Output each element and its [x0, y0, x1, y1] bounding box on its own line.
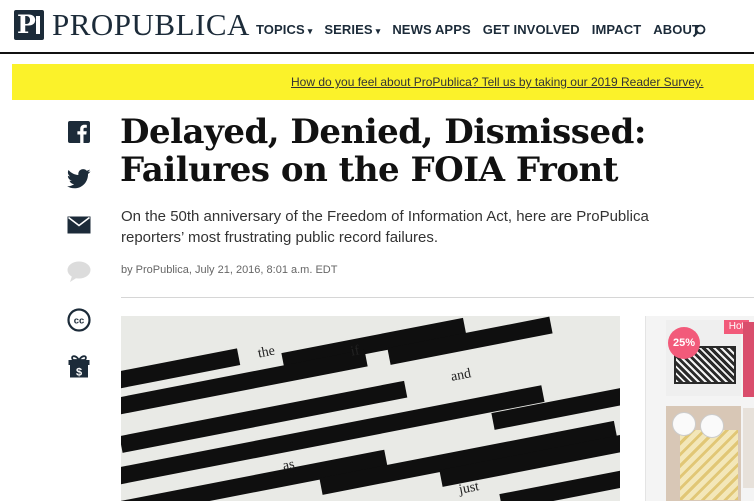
logo-wordmark: ProPublica [52, 7, 250, 42]
plate-image [672, 412, 696, 436]
article-byline: by ProPublica, July 21, 2016, 8:01 a.m. … [121, 264, 338, 276]
creative-commons-icon: cc [67, 308, 91, 332]
propublica-logo[interactable]: P ProPublica [14, 7, 250, 42]
nav-series-label: SERIES [324, 22, 373, 37]
document-word: and [449, 366, 473, 385]
table-runner-image [680, 430, 738, 500]
nav-impact[interactable]: IMPACT [592, 22, 641, 37]
email-icon [67, 216, 91, 234]
document-word: just [457, 479, 481, 498]
facebook-share[interactable] [66, 120, 92, 144]
main-nav: TOPICS ▾ SERIES ▾ NEWS APPS GET INVOLVED I… [256, 22, 700, 37]
search-icon[interactable] [692, 24, 706, 38]
document-word: the [256, 343, 277, 362]
nav-series[interactable]: SERIES ▾ [324, 22, 380, 37]
logo-mark-letter: P [17, 10, 36, 39]
comment-icon [67, 261, 91, 282]
article-headline: Delayed, Denied, Dismissed: Failures on … [120, 112, 646, 190]
discount-badge: 25% [668, 327, 700, 359]
advertisement[interactable]: 25% Hot [645, 316, 754, 501]
divider [121, 297, 754, 298]
svg-text:$: $ [76, 367, 82, 379]
chevron-down-icon: ▾ [307, 26, 313, 36]
ad-product-edge [743, 408, 754, 488]
ad-product-edge [743, 322, 754, 397]
svg-text:cc: cc [74, 316, 85, 327]
donate-button[interactable]: $ [66, 354, 92, 378]
nav-topics-label: TOPICS [256, 22, 305, 37]
article-dek: On the 50th anniversary of the Freedom o… [121, 208, 649, 246]
email-share[interactable] [66, 216, 92, 234]
chevron-down-icon: ▾ [375, 26, 381, 36]
plate-image [700, 414, 724, 438]
site-header: P ProPublica TOPICS ▾ SERIES ▾ NEWS APPS G… [0, 0, 754, 54]
redaction-bar [499, 469, 620, 501]
logo-wordmark-text: ProPublica [52, 7, 250, 42]
nav-get-involved[interactable]: GET INVOLVED [483, 22, 580, 37]
donate-gift-icon: $ [68, 355, 90, 379]
nav-topics[interactable]: TOPICS ▾ [256, 22, 312, 37]
logo-mark-icon: P [14, 10, 44, 40]
survey-banner: How do you feel about ProPublica? Tell u… [12, 64, 754, 100]
lead-image-redacted-document: the if and as just [121, 316, 620, 501]
facebook-icon [68, 121, 90, 143]
twitter-share[interactable] [66, 168, 92, 190]
document-word: as [281, 457, 296, 474]
twitter-icon [67, 169, 91, 189]
comment-button[interactable] [66, 261, 92, 283]
nav-news-apps[interactable]: NEWS APPS [392, 22, 470, 37]
survey-link[interactable]: How do you feel about ProPublica? Tell u… [291, 75, 703, 89]
creative-commons-button[interactable]: cc [66, 308, 92, 332]
ad-product-table-runner[interactable] [666, 406, 741, 501]
